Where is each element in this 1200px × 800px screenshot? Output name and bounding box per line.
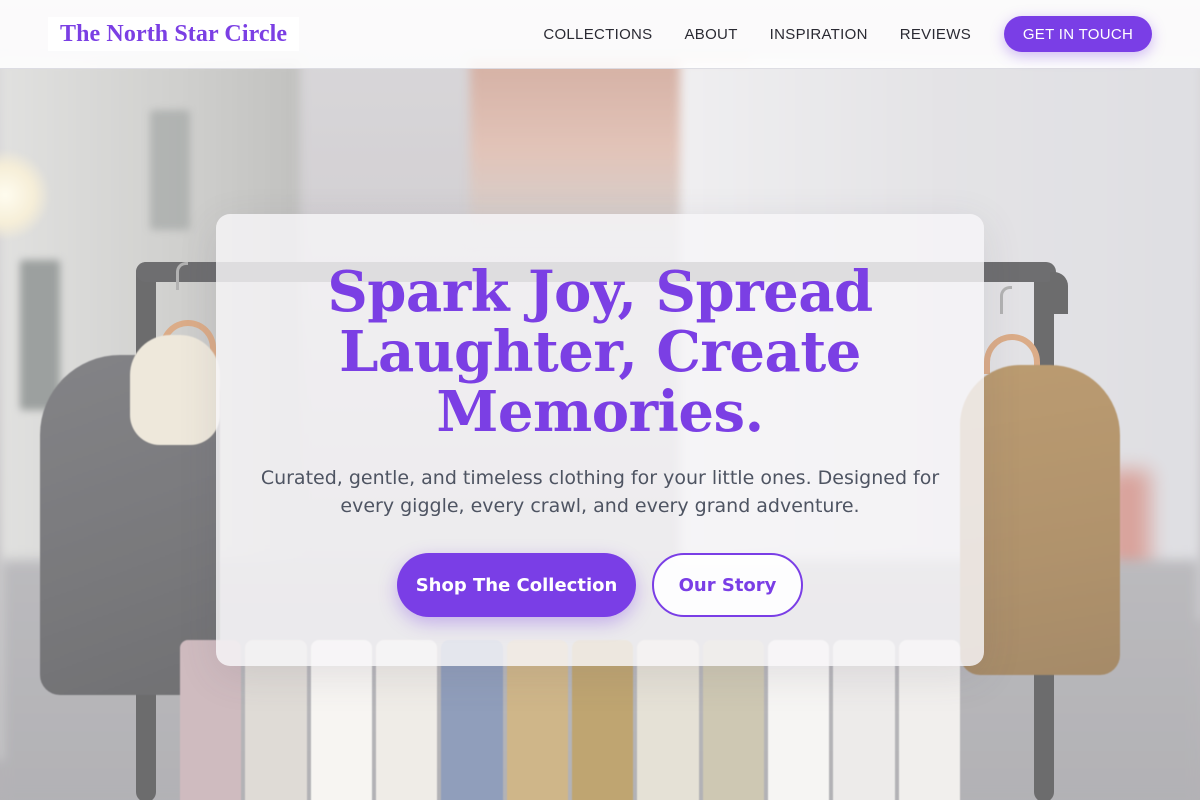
shop-collection-button[interactable]: Shop The Collection	[397, 553, 636, 617]
nav-link-inspiration[interactable]: INSPIRATION	[770, 26, 868, 43]
main-nav: COLLECTIONS ABOUT INSPIRATION REVIEWS	[543, 26, 971, 43]
nav-link-about[interactable]: ABOUT	[684, 26, 737, 43]
our-story-button[interactable]: Our Story	[652, 553, 803, 617]
brand-logo[interactable]: The North Star Circle	[48, 17, 300, 51]
nav-link-collections[interactable]: COLLECTIONS	[543, 26, 652, 43]
hero-subtitle: Curated, gentle, and timeless clothing f…	[260, 467, 940, 517]
site-header: The North Star Circle COLLECTIONS ABOUT …	[0, 0, 1200, 69]
get-in-touch-button[interactable]: GET IN TOUCH	[1004, 16, 1152, 52]
hero-card: Spark Joy, Spread Laughter, Create Memor…	[216, 214, 984, 666]
hero-title: Spark Joy, Spread Laughter, Create Memor…	[327, 259, 873, 445]
nav-link-reviews[interactable]: REVIEWS	[900, 26, 971, 43]
hero-buttons: Shop The Collection Our Story	[397, 553, 803, 617]
